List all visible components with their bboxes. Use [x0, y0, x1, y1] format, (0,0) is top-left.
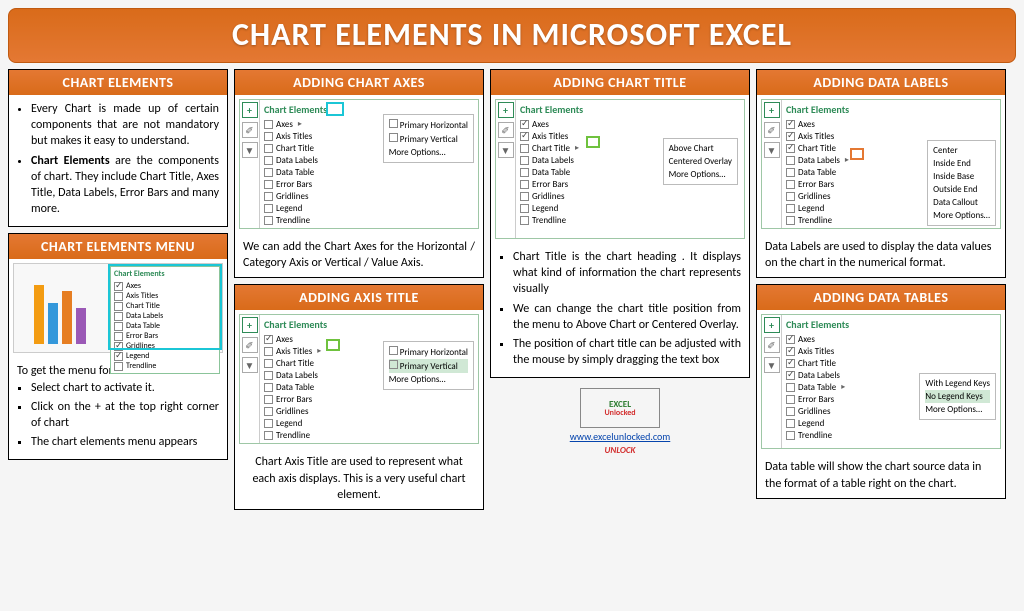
flyout-data-tables[interactable]: With Legend Keys No Legend Keys More Opt…	[919, 373, 996, 420]
logo-link[interactable]: www.excelunlocked.com	[570, 430, 671, 443]
filter-icon[interactable]: ▼	[498, 142, 514, 158]
bullet: Chart Elements are the components of cha…	[31, 153, 219, 218]
card-title: CHART ELEMENTS	[9, 70, 227, 95]
filter-icon[interactable]: ▼	[764, 142, 780, 158]
card-menu: CHART ELEMENTS MENU Chart Elements Axes …	[8, 233, 228, 460]
page-header: CHART ELEMENTS IN MICROSOFT EXCEL	[8, 8, 1016, 63]
brush-icon[interactable]: ✐	[242, 122, 258, 138]
caption: We can add the Chart Axes for the Horizo…	[235, 233, 483, 277]
card-data-tables: ADDING DATA TABLES + ✐ ▼ Chart Elements …	[756, 284, 1006, 498]
excel-menu-chart-title[interactable]: + ✐ ▼ Chart Elements Axes Axis Titles Ch…	[495, 99, 745, 239]
brush-icon[interactable]: ✐	[242, 337, 258, 353]
excel-menu-axes[interactable]: + ✐ ▼ Chart Elements Axes▸ Axis Titles C…	[239, 99, 479, 229]
card-title: CHART ELEMENTS MENU	[9, 234, 227, 259]
excel-menu-data-labels[interactable]: + ✐ ▼ Chart Elements Axes Axis Titles Ch…	[761, 99, 1001, 229]
logo-tag: UNLOCK	[605, 445, 636, 456]
bullet: Select chart to activate it.	[31, 380, 219, 396]
excel-menu-axis-title[interactable]: + ✐ ▼ Chart Elements Axes Axis Titles▸ C…	[239, 314, 479, 444]
card-title: ADDING DATA TABLES	[757, 285, 1005, 310]
bullet: The position of chart title can be adjus…	[513, 336, 741, 368]
caption: Data Labels are used to display the data…	[757, 233, 1005, 277]
flyout-chart-title[interactable]: Above Chart Centered Overlay More Option…	[663, 138, 738, 185]
caption: Data table will show the chart source da…	[757, 453, 1005, 497]
brush-icon[interactable]: ✐	[764, 122, 780, 138]
card-axes: ADDING CHART AXES + ✐ ▼ Chart Elements A…	[234, 69, 484, 278]
bullet: Chart Title is the chart heading . It di…	[513, 249, 741, 298]
bullet: The chart elements menu appears	[31, 434, 219, 450]
card-data-labels: ADDING DATA LABELS + ✐ ▼ Chart Elements …	[756, 69, 1006, 278]
plus-icon[interactable]: +	[498, 102, 514, 118]
bullet: We can change the chart title position f…	[513, 301, 741, 333]
plus-icon[interactable]: +	[764, 317, 780, 333]
logo-icon: EXCEL Unlocked	[580, 388, 660, 428]
card-title: ADDING AXIS TITLE	[235, 285, 483, 310]
chart-thumbnail: Chart Elements Axes Axis Titles Chart Ti…	[9, 259, 227, 357]
page-title: CHART ELEMENTS IN MICROSOFT EXCEL	[9, 15, 1015, 54]
brush-icon[interactable]: ✐	[764, 337, 780, 353]
bullet: Click on the + at the top right corner o…	[31, 399, 219, 431]
card-title: ADDING DATA LABELS	[757, 70, 1005, 95]
caption: Chart Axis Title are used to represent w…	[235, 448, 483, 509]
plus-icon[interactable]: +	[764, 102, 780, 118]
logo-block: EXCEL Unlocked www.excelunlocked.com UNL…	[490, 384, 750, 460]
brush-icon[interactable]: ✐	[498, 122, 514, 138]
excel-menu-data-tables[interactable]: + ✐ ▼ Chart Elements Axes Axis Titles Ch…	[761, 314, 1001, 449]
card-title: ADDING CHART AXES	[235, 70, 483, 95]
bullet: Every Chart is made up of certain compon…	[31, 101, 219, 150]
card-body: Every Chart is made up of certain compon…	[9, 95, 227, 226]
filter-icon[interactable]: ▼	[242, 142, 258, 158]
filter-icon[interactable]: ▼	[764, 357, 780, 373]
flyout-axes[interactable]: Primary Horizontal Primary Vertical More…	[383, 114, 474, 163]
card-chart-elements: CHART ELEMENTS Every Chart is made up of…	[8, 69, 228, 227]
card-title: ADDING CHART TITLE	[491, 70, 749, 95]
card-body: Chart Title is the chart heading . It di…	[491, 243, 749, 377]
flyout-data-labels[interactable]: Center Inside End Inside Base Outside En…	[927, 140, 996, 226]
card-chart-title: ADDING CHART TITLE + ✐ ▼ Chart Elements …	[490, 69, 750, 378]
plus-icon[interactable]: +	[242, 102, 258, 118]
flyout-axis-title[interactable]: Primary Horizontal Primary Vertical More…	[383, 341, 474, 390]
plus-icon[interactable]: +	[242, 317, 258, 333]
filter-icon[interactable]: ▼	[242, 357, 258, 373]
card-axis-title: ADDING AXIS TITLE + ✐ ▼ Chart Elements A…	[234, 284, 484, 510]
